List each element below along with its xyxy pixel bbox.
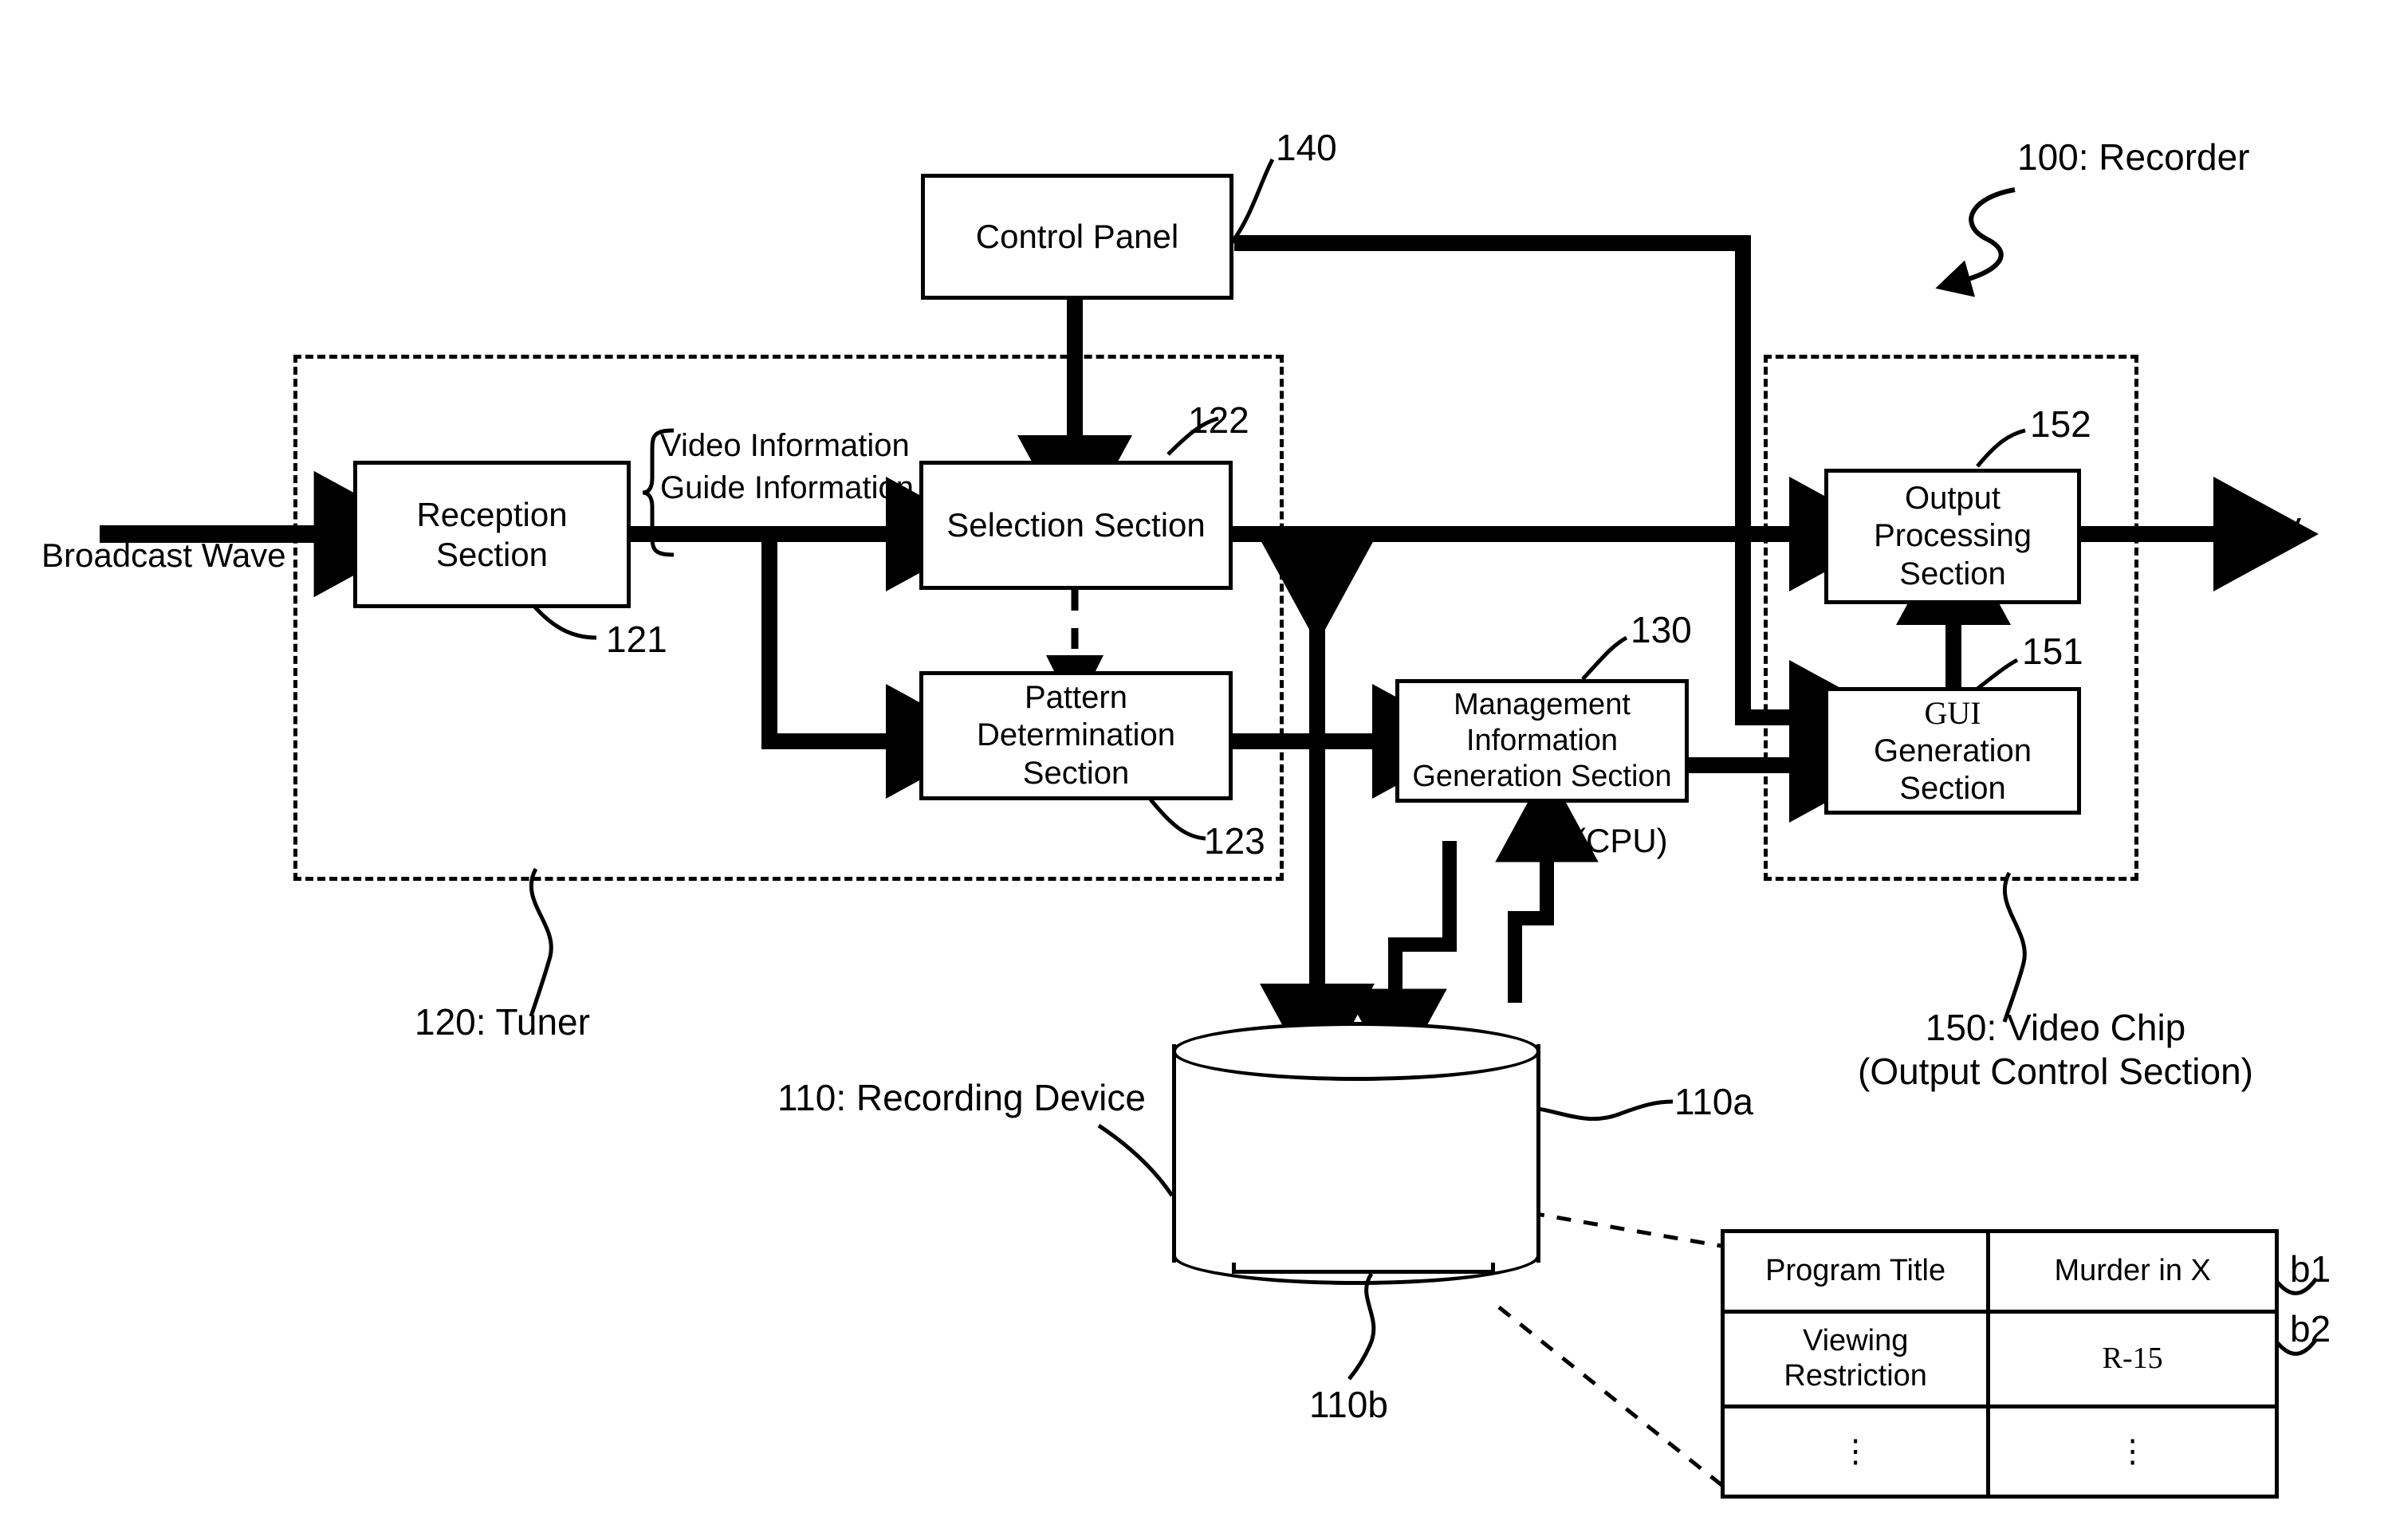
- output-processing-label: Output Processing Section: [1874, 481, 2032, 591]
- cell-viewing-restriction-key: Viewing Restriction: [1720, 1310, 1991, 1408]
- ref-121: 121: [606, 619, 667, 660]
- cell-ellipsis-key: ⋮: [1720, 1404, 1991, 1499]
- table-row[interactable]: Program Title Murder in X: [1720, 1229, 2279, 1314]
- callout-dashed-lower: [1497, 1306, 1730, 1492]
- gui-generation-label: GUI Generation Section: [1874, 694, 2032, 807]
- pattern-determination-label: Pattern Determination Section: [976, 680, 1175, 791]
- label-110-recording-device: 110: Recording Device: [777, 1077, 1146, 1118]
- table-row[interactable]: ⋮ ⋮: [1720, 1404, 2279, 1499]
- cylinder-top-ellipse: [1172, 1022, 1540, 1081]
- ref-130: 130: [1631, 609, 1692, 650]
- cylinder-bottom-mask: [1176, 1224, 1536, 1255]
- ref-b2: b2: [2290, 1308, 2331, 1349]
- leader-120: [529, 867, 553, 1017]
- ref-b1: b1: [2290, 1248, 2331, 1290]
- cell-ellipsis-value: ⋮: [1986, 1404, 2279, 1499]
- ref-110a: 110a: [1674, 1081, 1753, 1122]
- label-150-video-chip: 150: Video Chip (Output Control Section): [1858, 1007, 2254, 1093]
- figure-canvas: Control Panel Reception Section Selection…: [0, 0, 2388, 1540]
- leader-140: [1229, 158, 1275, 246]
- wire-controlpanel-to-gui: [1234, 235, 1894, 776]
- block-pattern-determination-section[interactable]: Pattern Determination Section: [919, 671, 1233, 800]
- control-panel-label: Control Panel: [975, 218, 1179, 256]
- ref-151: 151: [2022, 631, 2083, 672]
- wire-management-to-storage: [1343, 841, 1457, 1084]
- leader-110: [1097, 1123, 1174, 1197]
- leader-100: [1935, 187, 2016, 297]
- label-guide-information: Guide Information: [660, 470, 914, 505]
- label-tv: TV: [2256, 511, 2302, 550]
- block-gui-generation-section[interactable]: GUI Generation Section: [1824, 687, 2081, 815]
- table-row[interactable]: Viewing Restriction R-15: [1720, 1310, 2279, 1408]
- cell-viewing-restriction-value: R-15: [1986, 1310, 2279, 1408]
- ref-123: 123: [1204, 820, 1265, 862]
- block-reception-section[interactable]: Reception Section: [353, 461, 631, 608]
- cell-program-title-value: Murder in X: [1986, 1229, 2279, 1314]
- label-120-tuner: 120: Tuner: [415, 1001, 590, 1043]
- recording-device-cylinder: [1172, 1022, 1540, 1285]
- leader-150: [2002, 871, 2027, 1023]
- block-control-panel[interactable]: Control Panel: [921, 174, 1233, 300]
- management-information-detail-table: Program Title Murder in X Viewing Restric…: [1720, 1229, 2279, 1499]
- wire-storage-to-management: [1495, 767, 1599, 1003]
- ref-140: 140: [1276, 127, 1337, 168]
- leader-130: [1581, 635, 1628, 681]
- cell-program-title-key: Program Title: [1720, 1229, 1991, 1314]
- ref-122: 122: [1188, 399, 1249, 441]
- block-management-information-generation-section[interactable]: Management Information Generation Section: [1395, 679, 1689, 803]
- ref-152: 152: [2030, 403, 2091, 445]
- ref-110b: 110b: [1309, 1384, 1388, 1425]
- block-output-processing-section[interactable]: Output Processing Section: [1824, 469, 2081, 604]
- label-broadcast-wave: Broadcast Wave: [41, 536, 286, 574]
- selection-section-label: Selection Section: [946, 506, 1206, 544]
- reception-section-label: Reception Section: [416, 495, 568, 573]
- label-100-recorder: 100: Recorder: [2017, 136, 2250, 178]
- leader-110b: [1347, 1272, 1376, 1381]
- label-cpu: (CPU): [1575, 822, 1668, 859]
- management-info-generation-label: Management Information Generation Section: [1412, 688, 1672, 793]
- block-selection-section[interactable]: Selection Section: [919, 461, 1233, 590]
- label-video-information: Video Information: [660, 428, 910, 463]
